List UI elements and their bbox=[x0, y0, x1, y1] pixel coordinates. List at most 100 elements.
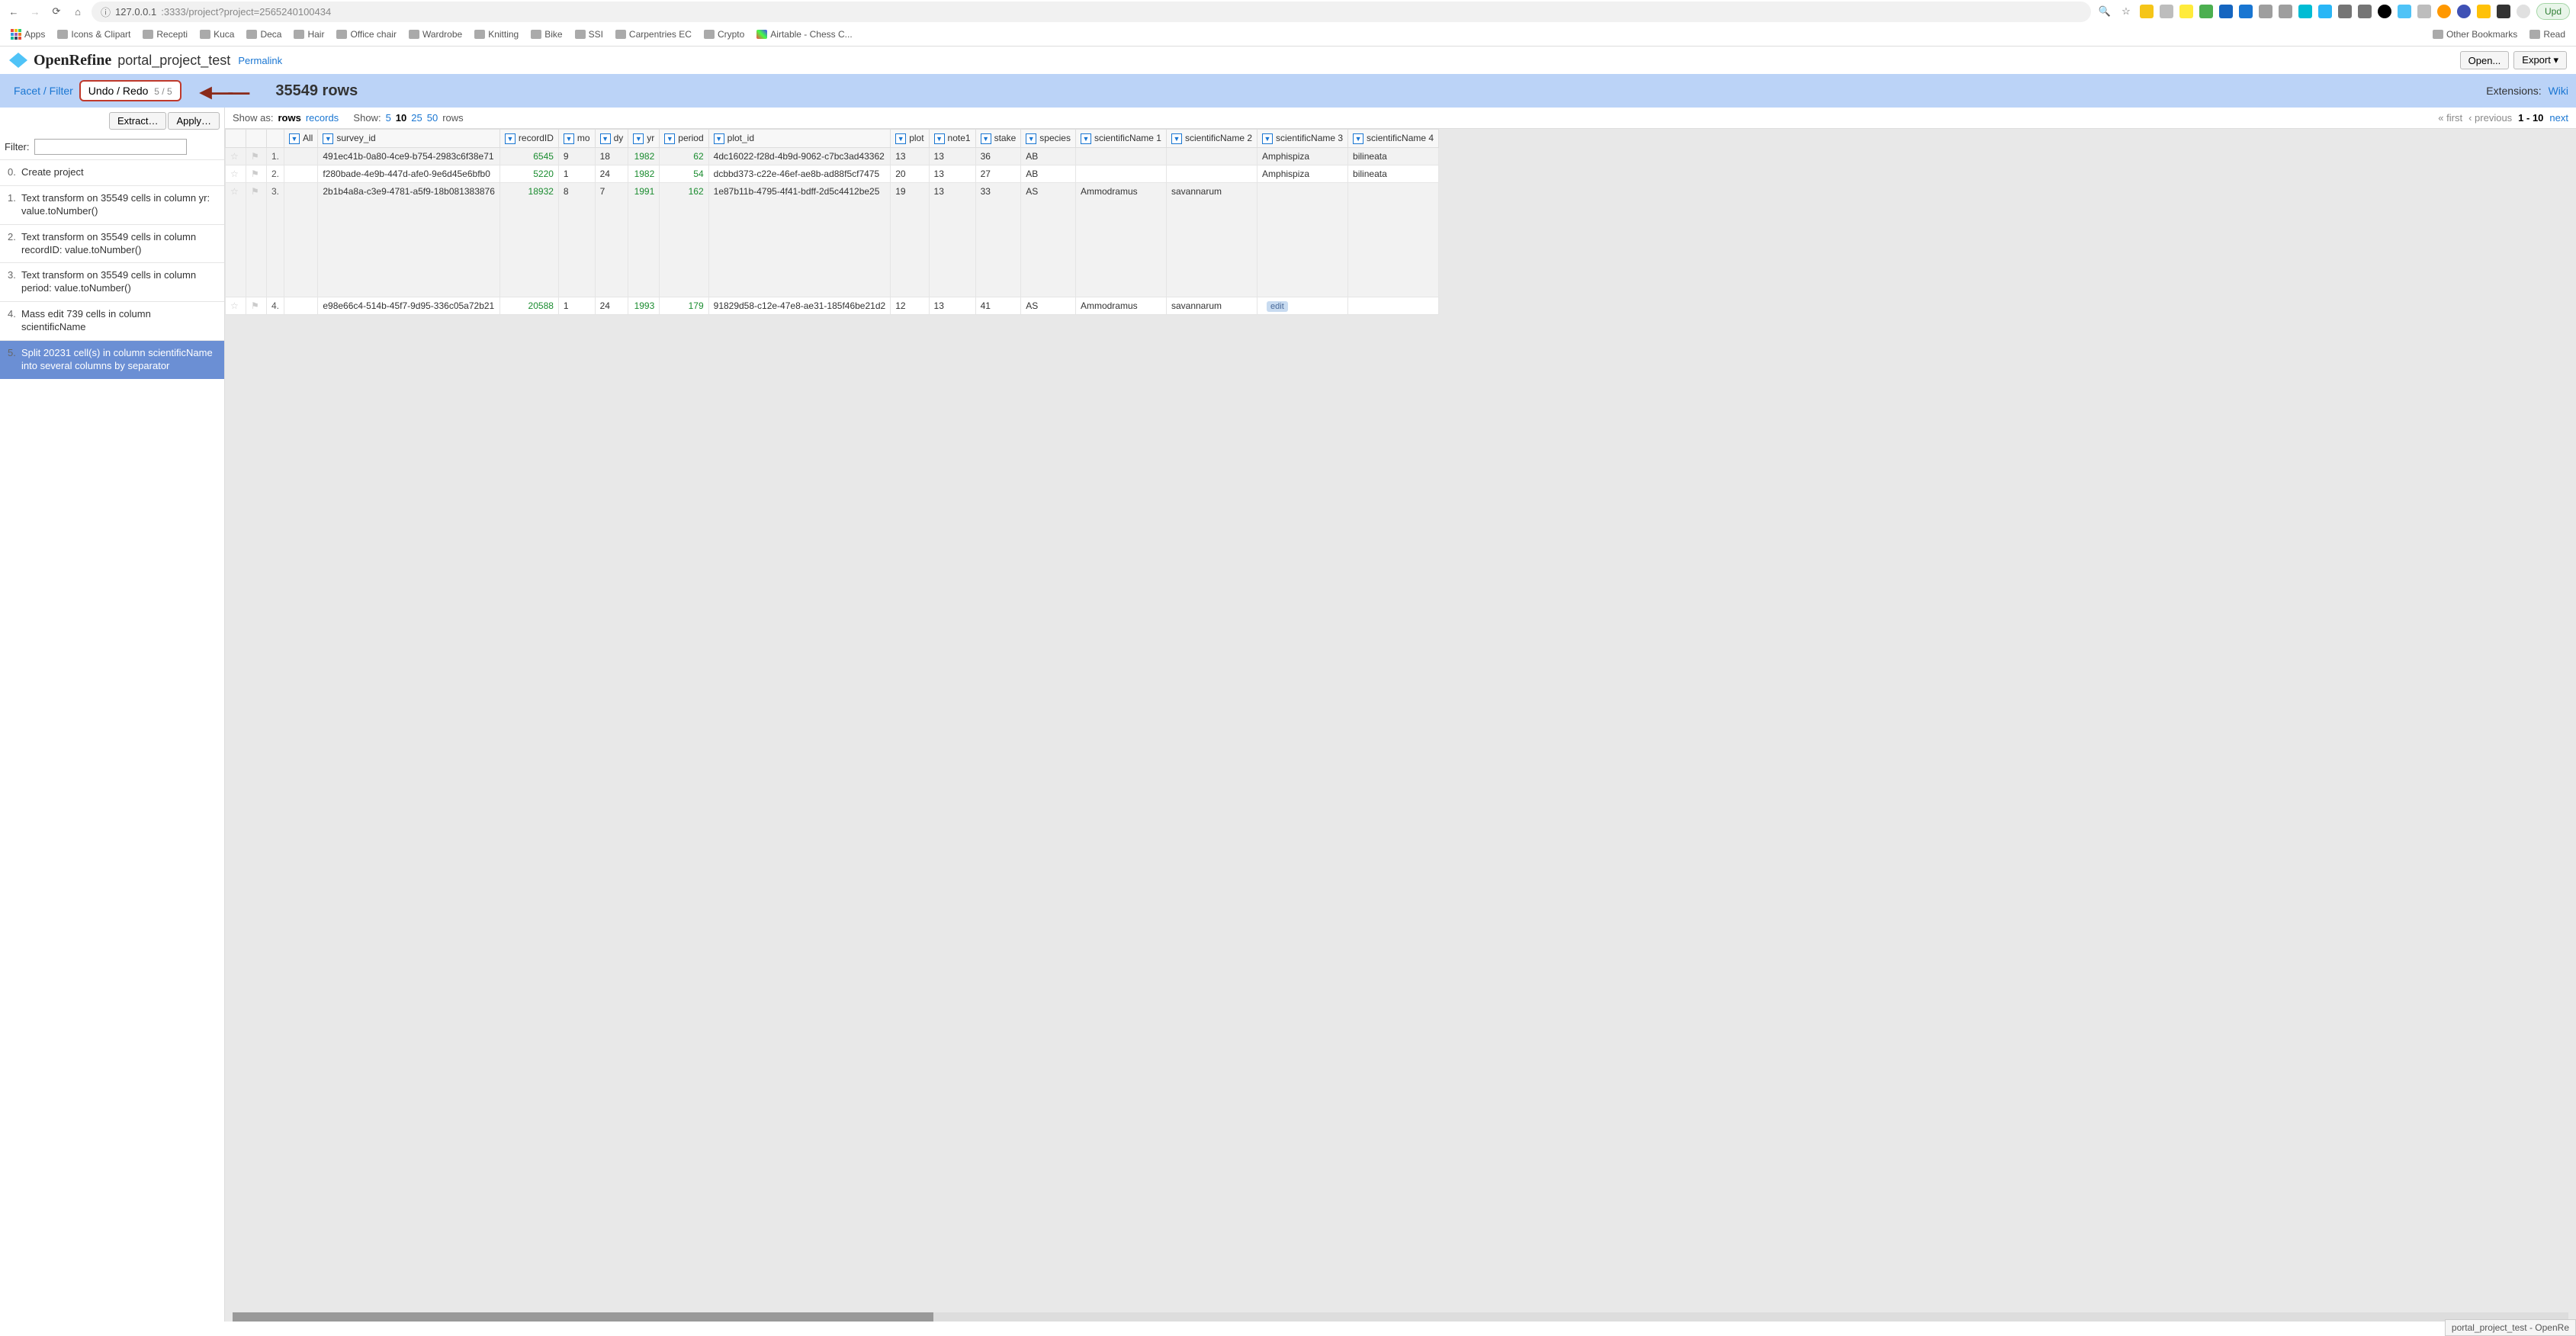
cell[interactable]: 1982 bbox=[628, 148, 660, 165]
cell[interactable]: bilineata bbox=[1348, 165, 1439, 183]
column-header[interactable]: ▼plot_id bbox=[708, 130, 891, 148]
history-item[interactable]: 2.Text transform on 35549 cells in colum… bbox=[0, 224, 224, 263]
cell[interactable]: AB bbox=[1021, 148, 1076, 165]
column-dropdown-icon[interactable]: ▼ bbox=[895, 133, 906, 144]
star-icon[interactable]: ☆ bbox=[2118, 4, 2134, 19]
column-dropdown-icon[interactable]: ▼ bbox=[1262, 133, 1273, 144]
column-dropdown-icon[interactable]: ▼ bbox=[1026, 133, 1036, 144]
cell[interactable]: 1982 bbox=[628, 165, 660, 183]
cell[interactable]: 13 bbox=[929, 297, 975, 315]
bookmark-item[interactable]: SSI bbox=[570, 27, 608, 41]
cell[interactable]: 13 bbox=[929, 165, 975, 183]
column-dropdown-icon[interactable]: ▼ bbox=[564, 133, 574, 144]
cell[interactable]: 36 bbox=[975, 148, 1021, 165]
ext-icon[interactable] bbox=[2199, 5, 2213, 18]
cell[interactable]: f280bade-4e9b-447d-afe0-9e6d45e6bfb0 bbox=[318, 165, 500, 183]
cell[interactable]: 491ec41b-0a80-4ce9-b754-2983c6f38e71 bbox=[318, 148, 500, 165]
cell[interactable]: 41 bbox=[975, 297, 1021, 315]
permalink[interactable]: Permalink bbox=[238, 55, 282, 66]
page-size-5[interactable]: 5 bbox=[386, 112, 391, 124]
bookmark-item[interactable]: Knitting bbox=[470, 27, 523, 41]
column-dropdown-icon[interactable]: ▼ bbox=[633, 133, 644, 144]
column-header[interactable]: ▼mo bbox=[558, 130, 595, 148]
history-item[interactable]: 0.Create project bbox=[0, 159, 224, 185]
page-size-10[interactable]: 10 bbox=[396, 112, 406, 124]
flag-icon[interactable]: ⚑ bbox=[251, 300, 262, 311]
ext-icon[interactable] bbox=[2239, 5, 2253, 18]
cell[interactable]: 20 bbox=[891, 165, 929, 183]
cell[interactable]: 91829d58-c12e-47e8-ae31-185f46be21d2 bbox=[708, 297, 891, 315]
star-icon[interactable]: ☆ bbox=[230, 300, 241, 311]
cell[interactable]: Amphispiza bbox=[1257, 148, 1348, 165]
cell[interactable]: 6545 bbox=[499, 148, 558, 165]
bookmark-item[interactable]: Crypto bbox=[699, 27, 749, 41]
flag-icon[interactable]: ⚑ bbox=[251, 186, 262, 197]
cell[interactable]: 19 bbox=[891, 183, 929, 297]
column-header[interactable]: ▼survey_id bbox=[318, 130, 500, 148]
mode-rows[interactable]: rows bbox=[278, 112, 300, 124]
cell[interactable]: AS bbox=[1021, 183, 1076, 297]
cell[interactable]: 1991 bbox=[628, 183, 660, 297]
cell[interactable] bbox=[1075, 148, 1166, 165]
page-prev[interactable]: ‹ previous bbox=[2468, 112, 2512, 124]
cell[interactable]: 1 bbox=[558, 297, 595, 315]
cell[interactable]: edit bbox=[1257, 297, 1348, 315]
cell[interactable]: Ammodramus bbox=[1075, 297, 1166, 315]
history-item[interactable]: 4.Mass edit 739 cells in column scientif… bbox=[0, 301, 224, 340]
cell[interactable]: AB bbox=[1021, 165, 1076, 183]
column-dropdown-icon[interactable]: ▼ bbox=[934, 133, 945, 144]
cell[interactable]: 33 bbox=[975, 183, 1021, 297]
flag-icon[interactable]: ⚑ bbox=[251, 151, 262, 162]
cell[interactable]: bilineata bbox=[1348, 148, 1439, 165]
column-header[interactable]: ▼scientificName 3 bbox=[1257, 130, 1348, 148]
ext-icon[interactable] bbox=[2179, 5, 2193, 18]
page-size-50[interactable]: 50 bbox=[427, 112, 438, 124]
scrollbar-thumb[interactable] bbox=[233, 1312, 933, 1322]
bookmark-item[interactable]: Icons & Clipart bbox=[53, 27, 135, 41]
column-dropdown-icon[interactable]: ▼ bbox=[600, 133, 611, 144]
open-button[interactable]: Open... bbox=[2460, 51, 2510, 69]
column-header[interactable]: ▼dy bbox=[595, 130, 628, 148]
cell[interactable] bbox=[1257, 183, 1348, 297]
column-dropdown-icon[interactable]: ▼ bbox=[289, 133, 300, 144]
bookmark-item[interactable]: Hair bbox=[289, 27, 329, 41]
star-icon[interactable]: ☆ bbox=[230, 169, 241, 179]
ext-icon[interactable] bbox=[2457, 5, 2471, 18]
puzzle-icon[interactable] bbox=[2497, 5, 2510, 18]
cell[interactable]: AS bbox=[1021, 297, 1076, 315]
filter-input[interactable] bbox=[34, 139, 187, 155]
forward-button[interactable]: → bbox=[27, 4, 43, 19]
column-header[interactable]: ▼scientificName 2 bbox=[1166, 130, 1257, 148]
apps-button[interactable]: Apps bbox=[6, 27, 50, 41]
bookmark-item[interactable]: Kuca bbox=[195, 27, 239, 41]
cell[interactable]: 162 bbox=[660, 183, 708, 297]
column-header[interactable]: ▼note1 bbox=[929, 130, 975, 148]
column-dropdown-icon[interactable]: ▼ bbox=[714, 133, 724, 144]
column-dropdown-icon[interactable]: ▼ bbox=[1081, 133, 1091, 144]
ext-icon[interactable] bbox=[2358, 5, 2372, 18]
cell[interactable]: e98e66c4-514b-45f7-9d95-336c05a72b21 bbox=[318, 297, 500, 315]
page-first[interactable]: « first bbox=[2438, 112, 2462, 124]
cell[interactable]: 179 bbox=[660, 297, 708, 315]
cell[interactable]: 62 bbox=[660, 148, 708, 165]
column-header[interactable]: ▼All bbox=[284, 130, 318, 148]
column-header[interactable]: ▼recordID bbox=[499, 130, 558, 148]
column-header[interactable]: ▼scientificName 4 bbox=[1348, 130, 1439, 148]
cell[interactable]: 1e87b11b-4795-4f41-bdff-2d5c4412be25 bbox=[708, 183, 891, 297]
cell[interactable] bbox=[1348, 183, 1439, 297]
flag-icon[interactable]: ⚑ bbox=[251, 169, 262, 179]
ext-icon[interactable] bbox=[2298, 5, 2312, 18]
update-button[interactable]: Upd bbox=[2536, 3, 2570, 20]
cell[interactable]: 13 bbox=[929, 183, 975, 297]
cell[interactable]: 7 bbox=[595, 183, 628, 297]
edit-button[interactable]: edit bbox=[1267, 301, 1288, 312]
star-icon[interactable]: ☆ bbox=[230, 186, 241, 197]
column-header[interactable]: ▼scientificName 1 bbox=[1075, 130, 1166, 148]
cell[interactable]: Ammodramus bbox=[1075, 183, 1166, 297]
column-dropdown-icon[interactable]: ▼ bbox=[664, 133, 675, 144]
history-item[interactable]: 1.Text transform on 35549 cells in colum… bbox=[0, 185, 224, 224]
cell[interactable]: 20588 bbox=[499, 297, 558, 315]
ext-icon[interactable] bbox=[2160, 5, 2173, 18]
cell[interactable]: 1993 bbox=[628, 297, 660, 315]
ext-icon[interactable] bbox=[2378, 5, 2391, 18]
